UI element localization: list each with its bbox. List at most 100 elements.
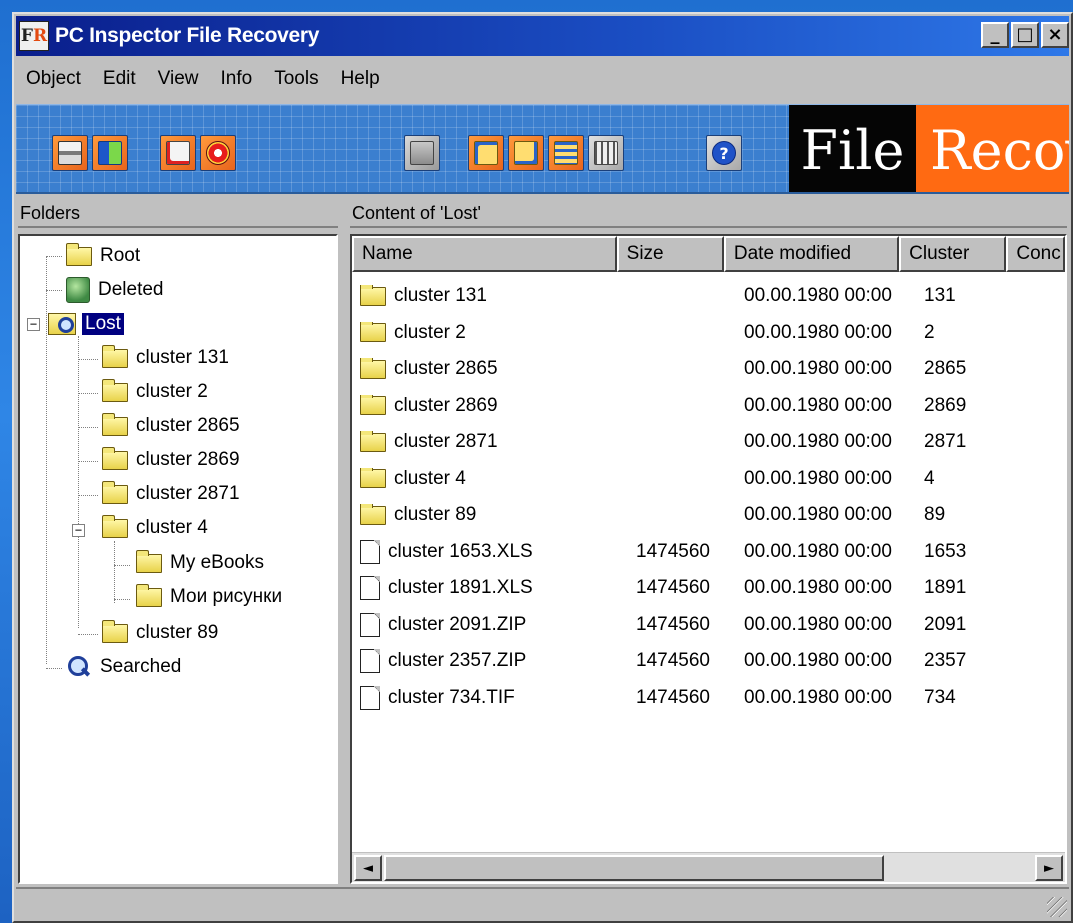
- file-list[interactable]: Name Size Date modified Cluster Conc clu…: [350, 234, 1067, 884]
- large-icons-tool-button[interactable]: [468, 135, 504, 171]
- cell-cluster: 2: [924, 321, 935, 343]
- collapse-cluster-4-toggle[interactable]: −: [72, 524, 85, 537]
- column-header-condition[interactable]: Conc: [1006, 236, 1065, 272]
- menu-view-label: View: [157, 68, 199, 89]
- cell-date-modified: 00.00.1980 00:00: [744, 394, 892, 416]
- folder-icon: [360, 467, 386, 489]
- tree-node-root[interactable]: Root: [66, 240, 140, 272]
- menu-info[interactable]: Info: [221, 68, 253, 90]
- cell-name: cluster 4: [352, 467, 624, 490]
- tree-node-lost[interactable]: Lost: [48, 308, 124, 340]
- tree-line: [46, 256, 47, 664]
- details-view-tool-button[interactable]: [588, 135, 624, 171]
- cell-date-modified: 00.00.1980 00:00: [744, 504, 892, 526]
- recycle-bin-icon: [66, 277, 90, 303]
- tree-node-deleted[interactable]: Deleted: [66, 274, 164, 306]
- tree-line: [46, 256, 62, 257]
- row-name-label: cluster 2869: [394, 394, 498, 416]
- minimize-button[interactable]: _: [981, 22, 1009, 48]
- table-row[interactable]: cluster 2871 00.00.1980 00:00 2871: [352, 424, 1065, 461]
- content-header: Content of 'Lost': [350, 200, 1067, 228]
- logo-letter-r: R: [32, 26, 48, 46]
- tree-node-cluster-2865[interactable]: cluster 2865: [102, 410, 240, 442]
- folder-tree[interactable]: Root Deleted − Lost cluster 131 cluster …: [18, 234, 338, 884]
- menu-object[interactable]: Object: [26, 68, 81, 90]
- menu-object-label: Object: [26, 68, 81, 89]
- table-row[interactable]: cluster 89 00.00.1980 00:00 89: [352, 497, 1065, 534]
- folder-icon: [136, 583, 162, 607]
- cell-name: cluster 2: [352, 321, 624, 344]
- close-button[interactable]: ×: [1041, 22, 1069, 48]
- cell-cluster: 2871: [924, 431, 967, 453]
- folder-icon: [360, 394, 386, 416]
- small-icons-icon: [514, 141, 538, 165]
- lifebuoy-tool-button[interactable]: [200, 135, 236, 171]
- resize-grip-icon[interactable]: [1047, 897, 1067, 917]
- column-header-name[interactable]: Name: [352, 236, 617, 272]
- table-row[interactable]: cluster 734.TIF 1474560 00.00.1980 00:00 73…: [352, 680, 1065, 717]
- collapse-lost-toggle[interactable]: −: [27, 318, 40, 331]
- menu-tools[interactable]: Tools: [274, 68, 318, 90]
- cell-name: cluster 2869: [352, 394, 624, 417]
- table-row[interactable]: cluster 2357.ZIP 1474560 00.00.1980 00:00 2…: [352, 643, 1065, 680]
- check-tool-button[interactable]: [160, 135, 196, 171]
- cell-name: cluster 1653.XLS: [352, 539, 624, 564]
- tree-node-pictures[interactable]: Мои рисунки: [136, 581, 282, 613]
- cell-cluster: 2869: [924, 394, 967, 416]
- cell-name: cluster 2357.ZIP: [352, 649, 624, 674]
- menu-help[interactable]: Help: [341, 68, 380, 90]
- tree-node-label: Мои рисунки: [170, 586, 283, 607]
- folder-icon: [102, 378, 128, 402]
- save-tool-button[interactable]: [92, 135, 128, 171]
- table-row[interactable]: cluster 4 00.00.1980 00:00 4: [352, 461, 1065, 498]
- tree-node-cluster-4[interactable]: cluster 4: [102, 512, 208, 544]
- drive-tool-button[interactable]: [52, 135, 88, 171]
- tree-node-cluster-131[interactable]: cluster 131: [102, 342, 229, 374]
- tree-node-label: My eBooks: [170, 552, 264, 573]
- menu-edit[interactable]: Edit: [103, 68, 136, 90]
- table-row[interactable]: cluster 1891.XLS 1474560 00.00.1980 00:00 1…: [352, 570, 1065, 607]
- column-header-size[interactable]: Size: [616, 236, 724, 272]
- folder-icon: [360, 504, 386, 525]
- pane-splitter[interactable]: [340, 200, 348, 884]
- tree-node-cluster-2869[interactable]: cluster 2869: [102, 444, 240, 476]
- tree-node-cluster-2[interactable]: cluster 2: [102, 376, 208, 408]
- row-name-label: cluster 1653.XLS: [388, 540, 533, 562]
- menu-view[interactable]: View: [158, 68, 199, 90]
- app-logo-icon: FR: [19, 21, 49, 51]
- cell-cluster: 1653: [924, 540, 967, 562]
- tree-node-searched[interactable]: Searched: [66, 651, 181, 683]
- menu-tools-label: Tools: [274, 68, 319, 89]
- product-banner: File Recov: [789, 105, 1069, 192]
- open-folder-tool-button[interactable]: [404, 135, 440, 171]
- scroll-left-button[interactable]: ◄: [354, 855, 382, 881]
- cell-size: 1474560: [636, 650, 710, 672]
- small-icons-tool-button[interactable]: [508, 135, 544, 171]
- tree-node-my-ebooks[interactable]: My eBooks: [136, 547, 264, 579]
- table-row[interactable]: cluster 1653.XLS 1474560 00.00.1980 00:00 1…: [352, 534, 1065, 571]
- horizontal-scrollbar[interactable]: ◄ ►: [352, 852, 1065, 882]
- scroll-thumb[interactable]: [384, 855, 884, 881]
- table-row[interactable]: cluster 2091.ZIP 1474560 00.00.1980 00:00 2…: [352, 607, 1065, 644]
- scroll-right-button[interactable]: ►: [1035, 855, 1063, 881]
- cell-name: cluster 131: [352, 285, 624, 307]
- help-tool-button[interactable]: ?: [706, 135, 742, 171]
- tree-node-cluster-89[interactable]: cluster 89: [102, 617, 218, 649]
- list-view-tool-button[interactable]: [548, 135, 584, 171]
- logo-letter-f: F: [20, 26, 33, 46]
- table-row[interactable]: cluster 2869 00.00.1980 00:00 2869: [352, 388, 1065, 425]
- maximize-button[interactable]: □: [1011, 22, 1039, 48]
- app-window: FR PC Inspector File Recovery _ □ × Obje…: [12, 12, 1073, 923]
- cell-date-modified: 00.00.1980 00:00: [744, 431, 892, 453]
- table-row[interactable]: cluster 131 00.00.1980 00:00 131: [352, 278, 1065, 315]
- tree-node-cluster-2871[interactable]: cluster 2871: [102, 478, 240, 510]
- cell-name: cluster 2091.ZIP: [352, 612, 624, 637]
- tree-line: [46, 668, 62, 669]
- folder-icon: [360, 321, 386, 343]
- column-header-date-modified[interactable]: Date modified: [723, 236, 900, 272]
- column-header-cluster[interactable]: Cluster: [899, 236, 1007, 272]
- title-bar[interactable]: FR PC Inspector File Recovery _ □ ×: [16, 16, 1069, 56]
- table-row[interactable]: cluster 2 00.00.1980 00:00 2: [352, 315, 1065, 352]
- table-row[interactable]: cluster 2865 00.00.1980 00:00 2865: [352, 351, 1065, 388]
- window-title: PC Inspector File Recovery: [55, 24, 320, 47]
